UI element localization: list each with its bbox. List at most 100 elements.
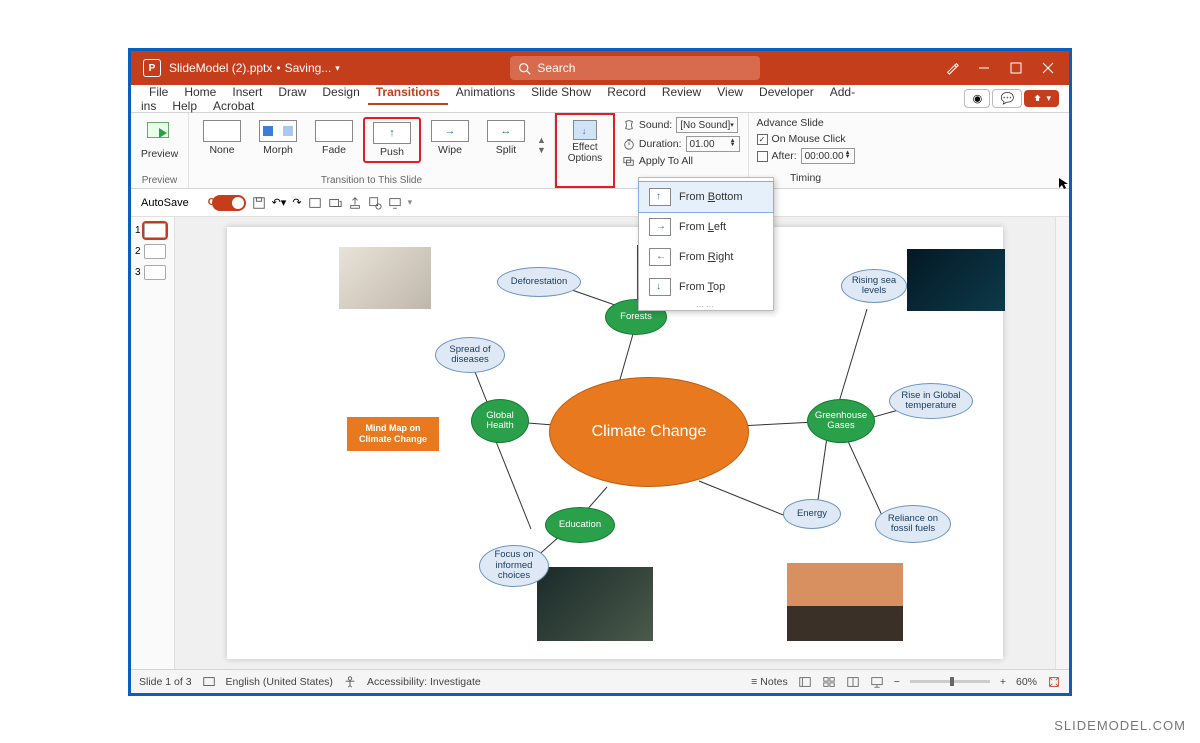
qat-icon[interactable] [308,196,322,210]
comments-button[interactable]: 💬 [992,89,1022,108]
ribbon: Preview Preview NoneMorphFade↑Push→Wipe↔… [131,113,1069,189]
after-input[interactable]: 00:00.00▲▼ [801,148,855,164]
language-label[interactable]: English (United States) [226,676,333,688]
zoom-level[interactable]: 60% [1016,676,1037,688]
tab-design[interactable]: Design [314,81,367,103]
node-temp: Rise in Global temperature [889,383,973,419]
qat-icon[interactable] [328,196,342,210]
transition-none[interactable]: None [195,117,249,159]
node-education: Education [545,507,615,543]
close-button[interactable] [1041,61,1055,75]
center-node: Climate Change [549,377,749,487]
sorter-view-icon[interactable] [822,675,836,689]
zoom-out[interactable]: − [894,676,900,688]
tab-record[interactable]: Record [599,81,654,103]
preview-button[interactable]: Preview [133,117,187,163]
tab-developer[interactable]: Developer [751,81,822,103]
node-energy: Energy [783,499,841,529]
file-name[interactable]: SlideModel (2).pptx • Saving... ▾ [169,61,340,75]
transition-wipe[interactable]: →Wipe [423,117,477,159]
redo-button[interactable]: ↷ [292,196,301,209]
zoom-in[interactable]: + [1000,676,1006,688]
slideshow-view-icon[interactable] [870,675,884,689]
record-button[interactable]: ◉ [964,89,990,108]
reading-view-icon[interactable] [846,675,860,689]
ribbon-tabs: FileHomeInsertDrawDesignTransitionsAnima… [131,85,1069,113]
tab-view[interactable]: View [709,81,751,103]
effect-options-button[interactable]: ↓ Effect Options [555,113,615,188]
node-deforestation: Deforestation [497,267,581,297]
slideshow-icon[interactable] [388,196,402,210]
title-tag: Mind Map onClimate Change [347,417,439,451]
search-placeholder: Search [537,61,575,75]
normal-view-icon[interactable] [798,675,812,689]
image-placeholder [537,567,653,641]
title-bar: P SlideModel (2).pptx • Saving... ▾ Sear… [131,51,1069,85]
status-bar: Slide 1 of 3 English (United States) Acc… [131,669,1069,693]
scrollbar[interactable] [1055,217,1069,669]
thumbnail-3[interactable]: 3 [135,265,170,280]
filename-text: SlideModel (2).pptx [169,61,272,75]
tab-slide-show[interactable]: Slide Show [523,81,599,103]
save-status: Saving... [285,61,332,75]
apply-to-all-button[interactable]: Apply To All [623,155,740,167]
sound-select[interactable]: [No Sound]▾ [676,117,738,133]
node-health: Global Health [471,399,529,443]
cursor-icon [1057,176,1071,190]
node-spread: Spread of diseases [435,337,505,373]
effect-option-from-bottom[interactable]: ↑From Bottom [639,182,773,212]
duration-input[interactable]: 01.00▲▼ [686,136,740,152]
thumbnail-1[interactable]: 1 [135,223,170,238]
minimize-button[interactable] [977,61,991,75]
effect-option-from-right[interactable]: ←From Right [639,242,773,272]
effect-options-menu: ↑From Bottom→From Left←From Right↓From T… [638,177,774,311]
slide-count: Slide 1 of 3 [139,676,192,688]
image-placeholder [339,247,431,309]
tab-animations[interactable]: Animations [448,81,523,103]
language-icon [202,675,216,689]
save-icon[interactable] [252,196,266,210]
transition-fade[interactable]: Fade [307,117,361,159]
share-button[interactable]: ▾ [1024,90,1059,107]
work-area: 1 2 3 Mind Map onClimate Change Climate Ch… [131,217,1069,669]
tab-draw[interactable]: Draw [270,81,314,103]
watermark: SLIDEMODEL.COM [1054,718,1186,733]
zoom-slider[interactable] [910,680,990,683]
ink-icon[interactable] [945,61,959,75]
after-checkbox[interactable]: After: 00:00.00▲▼ [757,148,855,164]
image-placeholder [787,563,903,641]
search-icon [518,62,531,75]
tab-transitions[interactable]: Transitions [368,81,448,105]
tab-review[interactable]: Review [654,81,709,103]
slide-canvas[interactable]: Mind Map onClimate Change Climate Change… [175,217,1055,669]
undo-button[interactable]: ↶▾ [272,196,287,209]
notes-button[interactable]: ≡ Notes [751,676,788,688]
quick-access-toolbar: AutoSave On ↶▾ ↷ ▾ [131,189,1069,217]
effect-option-from-left[interactable]: →From Left [639,212,773,242]
more-transitions[interactable]: ▲▼ [535,135,548,155]
app-window: P SlideModel (2).pptx • Saving... ▾ Sear… [128,48,1072,696]
accessibility-label[interactable]: Accessibility: Investigate [367,676,481,688]
qat-more[interactable]: ▾ [408,197,413,208]
slide: Mind Map onClimate Change Climate Change… [227,227,1003,659]
node-fossil: Reliance on fossil fuels [875,505,951,543]
node-focus: Focus on informed choices [479,545,549,587]
maximize-button[interactable] [1009,61,1023,75]
search-input[interactable]: Search [510,56,760,80]
qat-icon[interactable] [368,196,382,210]
fit-icon[interactable] [1047,675,1061,689]
accessibility-icon [343,675,357,689]
transition-morph[interactable]: Morph [251,117,305,159]
node-gases: Greenhouse Gases [807,399,875,443]
image-placeholder [907,249,1005,311]
effect-option-from-top[interactable]: ↓From Top [639,272,773,302]
node-sea: Rising sea levels [841,269,907,303]
touch-mode-icon[interactable] [348,196,362,210]
thumbnail-2[interactable]: 2 [135,244,170,259]
powerpoint-icon: P [143,59,161,77]
transition-push[interactable]: ↑Push [363,117,421,163]
transition-split[interactable]: ↔Split [479,117,533,159]
autosave-toggle[interactable]: On [195,195,246,211]
on-mouse-click-checkbox[interactable]: ✓On Mouse Click [757,133,855,145]
slide-thumbnails: 1 2 3 [131,217,175,669]
